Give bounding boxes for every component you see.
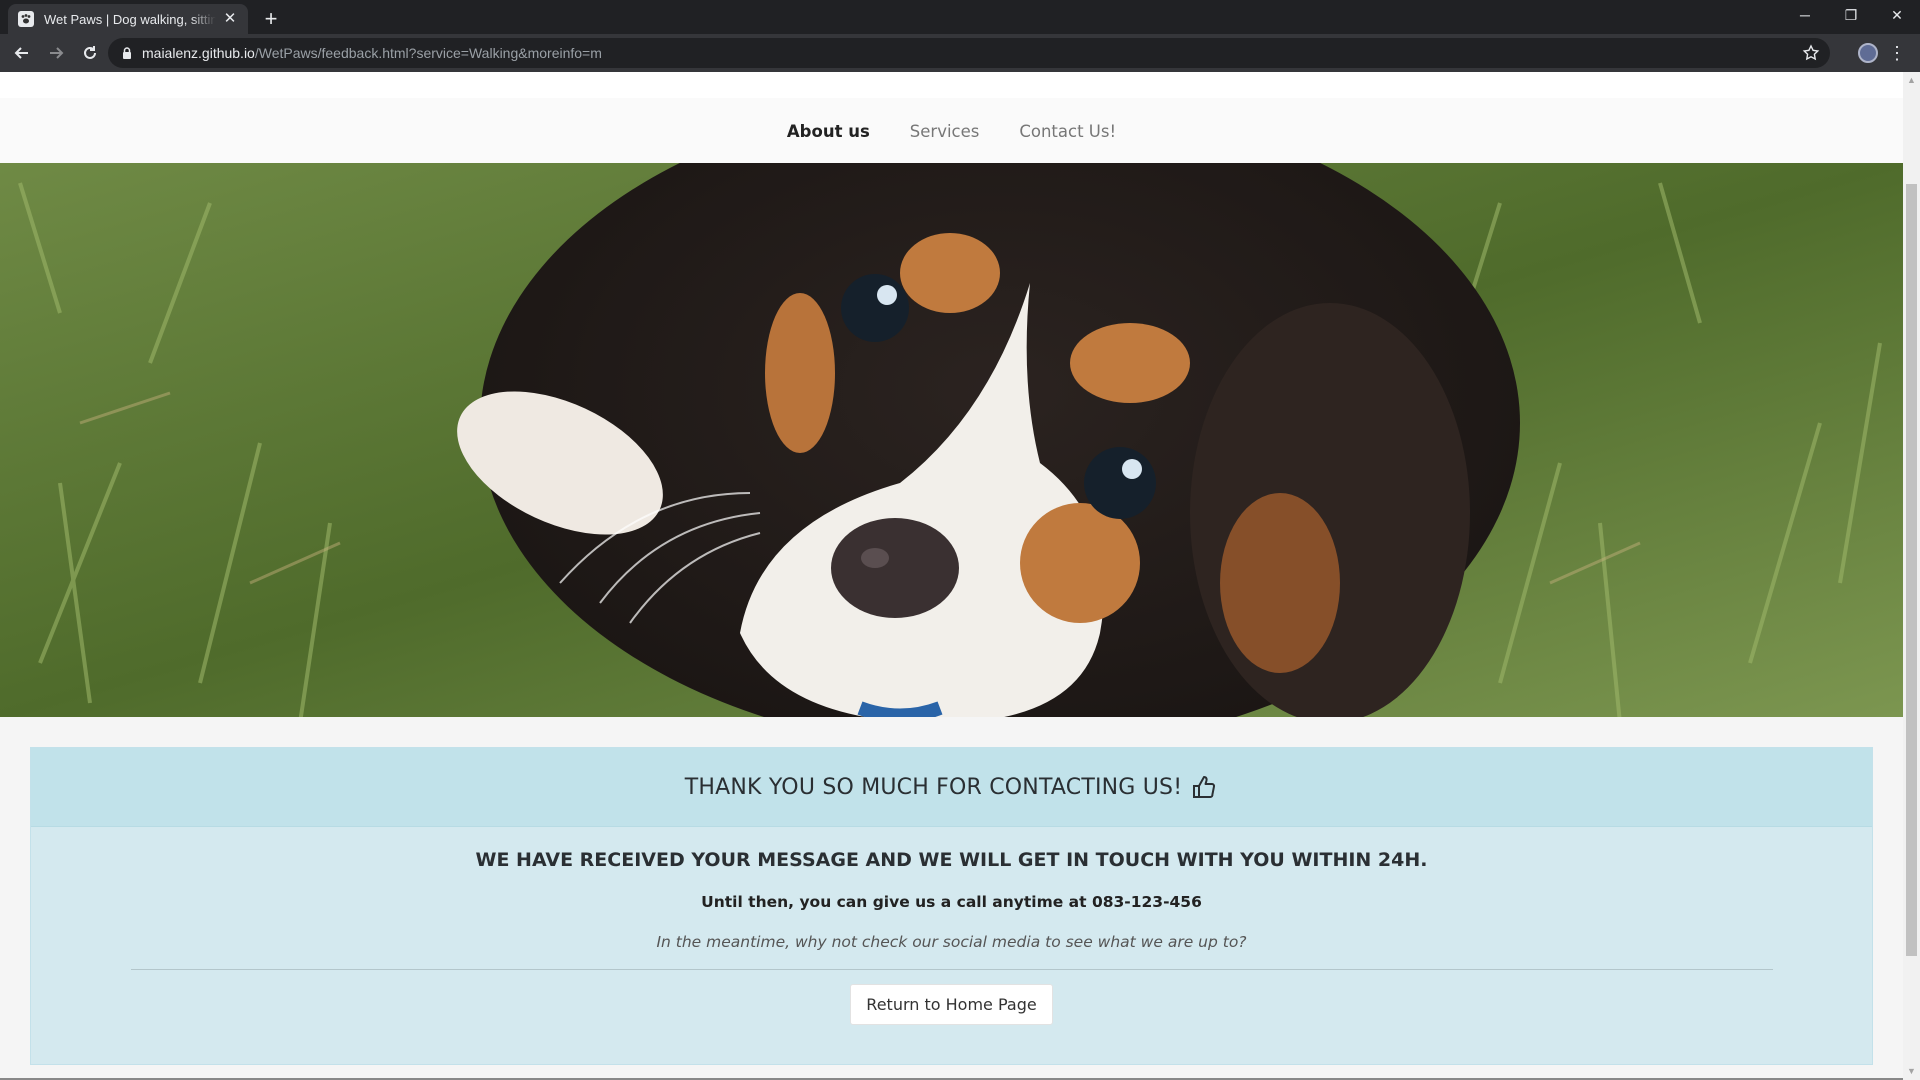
thumbs-up-icon xyxy=(1190,773,1218,801)
return-home-button[interactable]: Return to Home Page xyxy=(850,984,1053,1025)
close-window-button[interactable]: ✕ xyxy=(1874,0,1920,30)
address-bar[interactable]: maialenz.github.io/WetPaws/feedback.html… xyxy=(108,38,1830,68)
paw-icon xyxy=(18,11,34,27)
browser-toolbar: maialenz.github.io/WetPaws/feedback.html… xyxy=(0,34,1920,72)
divider xyxy=(130,969,1773,970)
feedback-heading: THANK YOU SO MUCH FOR CONTACTING US! xyxy=(684,774,1183,800)
scroll-down-icon[interactable]: ▼ xyxy=(1903,1063,1920,1080)
lock-icon xyxy=(120,46,134,60)
reload-button[interactable] xyxy=(74,37,106,69)
minimize-button[interactable]: ─ xyxy=(1782,0,1828,30)
browser-tab[interactable]: Wet Paws | Dog walking, sitting and more… xyxy=(8,4,248,34)
feedback-message: WE HAVE RECEIVED YOUR MESSAGE AND WE WIL… xyxy=(475,849,1428,871)
restore-button[interactable]: ❐ xyxy=(1828,0,1874,30)
alert-body: WE HAVE RECEIVED YOUR MESSAGE AND WE WIL… xyxy=(31,849,1872,1025)
scrollbar-thumb[interactable] xyxy=(1906,184,1917,956)
new-tab-button[interactable]: + xyxy=(258,6,284,32)
window-controls: ─ ❐ ✕ xyxy=(1782,0,1920,30)
nav-about-us[interactable]: About us xyxy=(767,122,890,141)
main-navbar: About us Services Contact Us! xyxy=(0,98,1903,164)
browser-menu-icon[interactable]: ⋮ xyxy=(1888,42,1906,64)
nav-contact-us[interactable]: Contact Us! xyxy=(999,122,1136,141)
profile-avatar[interactable] xyxy=(1858,43,1878,63)
bookmark-star-icon[interactable] xyxy=(1802,44,1820,62)
feedback-alert: THANK YOU SO MUCH FOR CONTACTING US! WE … xyxy=(30,747,1873,1065)
arrow-left-icon xyxy=(14,47,28,59)
alert-heading: THANK YOU SO MUCH FOR CONTACTING US! xyxy=(31,748,1872,827)
nav-services[interactable]: Services xyxy=(890,122,1000,141)
scroll-up-icon[interactable]: ▲ xyxy=(1903,72,1920,89)
back-button[interactable] xyxy=(6,37,38,69)
social-text: In the meantime, why not check our socia… xyxy=(656,933,1247,951)
page-viewport: About us Services Contact Us! THANK YOU … xyxy=(0,72,1903,1080)
page-top-strip xyxy=(0,72,1903,98)
hero-puppy-image xyxy=(0,163,1903,717)
url-text: maialenz.github.io/WetPaws/feedback.html… xyxy=(142,45,602,61)
tab-close-icon[interactable]: ✕ xyxy=(222,11,238,27)
reload-icon xyxy=(84,46,96,59)
forward-button[interactable] xyxy=(40,37,72,69)
tab-title: Wet Paws | Dog walking, sitting and more xyxy=(44,11,216,27)
arrow-right-icon xyxy=(50,47,64,59)
call-text: Until then, you can give us a call anyti… xyxy=(701,893,1202,911)
page-scrollbar[interactable]: ▲ ▼ xyxy=(1903,72,1920,1080)
browser-titlebar: Wet Paws | Dog walking, sitting and more… xyxy=(0,0,1920,34)
